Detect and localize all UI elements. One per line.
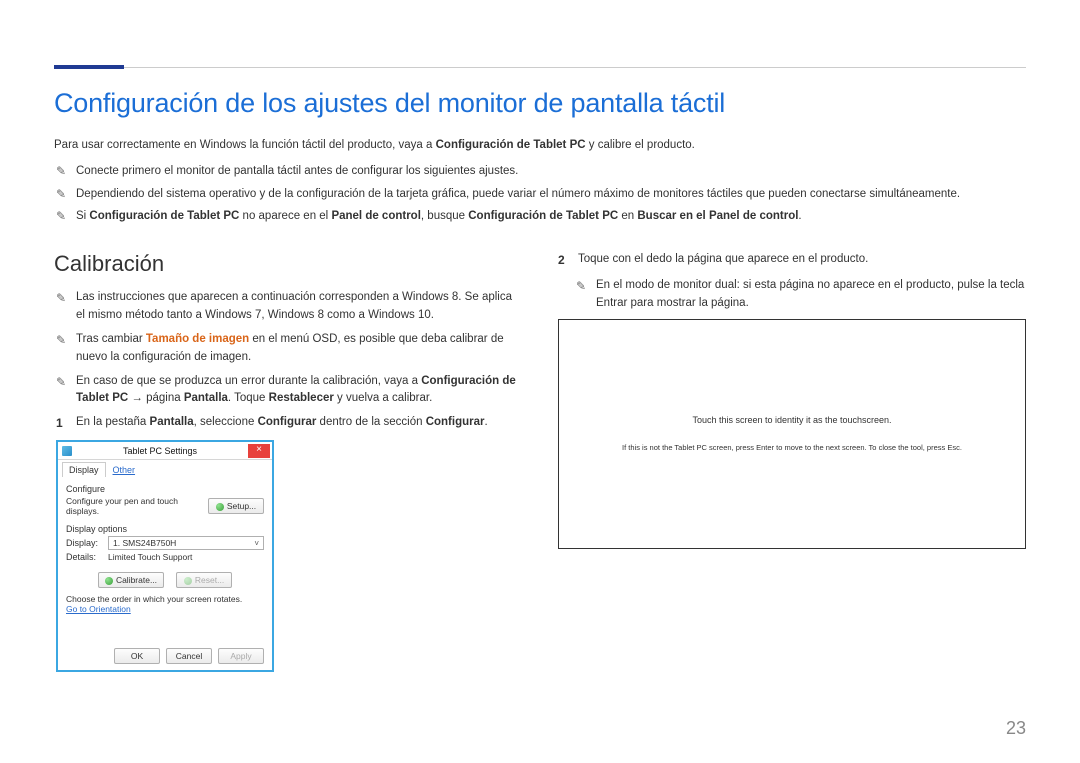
tn3-m2: , busque xyxy=(421,210,468,222)
shield-icon xyxy=(105,577,113,585)
tn3-m3: en xyxy=(618,210,637,222)
tn3-m1: no aparece en el xyxy=(239,210,331,222)
cn3-pre: En caso de que se produzca un error dura… xyxy=(76,375,421,387)
right-column: 2 Toque con el dedo la página que aparec… xyxy=(556,251,1026,548)
details-label: Details: xyxy=(66,552,102,562)
calibration-heading: Calibración xyxy=(54,251,524,277)
tn3-b3: Configuración de Tablet PC xyxy=(468,210,618,222)
step-1-number: 1 xyxy=(56,414,63,433)
tab-display[interactable]: Display xyxy=(62,462,106,477)
dialog-title-text: Tablet PC Settings xyxy=(72,446,248,456)
setup-button-label: Setup... xyxy=(227,501,256,511)
cn3-post: y vuelva a calibrar. xyxy=(334,392,432,404)
s1-post: . xyxy=(484,416,487,428)
touch-identity-main-text: Touch this screen to identity it as the … xyxy=(692,415,891,425)
dialog-titlebar: Tablet PC Settings × xyxy=(58,442,272,460)
ok-button[interactable]: OK xyxy=(114,648,160,664)
step-1: 1 En la pestaña Pantalla, seleccione Con… xyxy=(54,414,524,432)
tn3-post: . xyxy=(798,210,801,222)
shield-icon xyxy=(184,577,192,585)
touch-identity-screen: Touch this screen to identity it as the … xyxy=(558,319,1026,549)
step-2-text: Toque con el dedo la página que aparece … xyxy=(578,253,868,265)
orientation-link[interactable]: Go to Orientation xyxy=(66,604,131,614)
calibrate-button-label: Calibrate... xyxy=(116,575,157,585)
cn3-m2: . Toque xyxy=(228,392,269,404)
step-2: 2 Toque con el dedo la página que aparec… xyxy=(556,251,1026,269)
touch-identity-sub-text: If this is not the Tablet PC screen, pre… xyxy=(592,443,992,452)
reset-button[interactable]: Reset... xyxy=(176,572,232,588)
s1-b3: Configurar xyxy=(426,416,485,428)
left-column: Calibración Las instrucciones que aparec… xyxy=(54,251,524,672)
s1-b1: Pantalla xyxy=(150,416,194,428)
rotate-description: Choose the order in which your screen ro… xyxy=(66,594,264,604)
configure-description: Configure your pen and touch displays. xyxy=(66,496,202,516)
s1-m2: dentro de la sección xyxy=(316,416,425,428)
intro-text: Para usar correctamente en Windows la fu… xyxy=(54,137,1026,154)
dialog-footer: OK Cancel Apply xyxy=(58,620,272,670)
top-note-1: Conecte primero el monitor de pantalla t… xyxy=(54,162,1026,180)
dialog-app-icon xyxy=(62,446,72,456)
tn3-b4: Buscar en el Panel de control xyxy=(637,210,798,222)
cn2-highlight: Tamaño de imagen xyxy=(146,333,249,345)
cn2-pre: Tras cambiar xyxy=(76,333,146,345)
step-2-note: En el modo de monitor dual: si esta pági… xyxy=(574,277,1026,313)
display-select[interactable]: 1. SMS24B750H xyxy=(108,536,264,550)
shield-icon xyxy=(216,503,224,511)
intro-pre: Para usar correctamente en Windows la fu… xyxy=(54,139,436,151)
two-column-layout: Calibración Las instrucciones que aparec… xyxy=(54,251,1026,672)
cal-note-1: Las instrucciones que aparecen a continu… xyxy=(54,289,524,325)
intro-bold: Configuración de Tablet PC xyxy=(436,139,586,151)
setup-button[interactable]: Setup... xyxy=(208,498,264,514)
s1-pre: En la pestaña xyxy=(76,416,150,428)
intro-post: y calibre el producto. xyxy=(586,139,695,151)
dialog-body: Configure Configure your pen and touch d… xyxy=(58,477,272,620)
cal-note-2: Tras cambiar Tamaño de imagen en el menú… xyxy=(54,331,524,367)
header-rule xyxy=(54,50,1026,68)
apply-button[interactable]: Apply xyxy=(218,648,264,664)
cn3-b2: Pantalla xyxy=(184,392,228,404)
cal-note-3: En caso de que se produzca un error dura… xyxy=(54,373,524,409)
dialog-tabs: Display Other xyxy=(58,460,272,477)
configure-group-label: Configure xyxy=(66,484,264,494)
display-select-value: 1. SMS24B750H xyxy=(113,538,176,548)
tn3-b1: Configuración de Tablet PC xyxy=(89,210,239,222)
page-title: Configuración de los ajustes del monitor… xyxy=(54,88,1026,119)
top-note-2: Dependiendo del sistema operativo y de l… xyxy=(54,185,1026,203)
tab-other[interactable]: Other xyxy=(106,462,143,477)
tablet-pc-settings-dialog: Tablet PC Settings × Display Other Confi… xyxy=(56,440,274,672)
cn3-b3: Restablecer xyxy=(269,392,334,404)
top-note-3: Si Configuración de Tablet PC no aparece… xyxy=(54,207,1026,225)
page-number: 23 xyxy=(1006,718,1026,739)
details-value: Limited Touch Support xyxy=(108,552,192,562)
s1-b2: Configurar xyxy=(258,416,317,428)
manual-page: Configuración de los ajustes del monitor… xyxy=(0,0,1080,763)
display-label: Display: xyxy=(66,538,102,548)
s1-m1: , seleccione xyxy=(194,416,258,428)
tn3-b2: Panel de control xyxy=(331,210,420,222)
display-options-label: Display options xyxy=(66,524,264,534)
cancel-button[interactable]: Cancel xyxy=(166,648,212,664)
header-accent xyxy=(54,65,124,69)
reset-button-label: Reset... xyxy=(195,575,224,585)
calibrate-button[interactable]: Calibrate... xyxy=(98,572,164,588)
cn3-m1: → página xyxy=(128,392,184,404)
step-2-number: 2 xyxy=(558,251,565,270)
close-icon[interactable]: × xyxy=(248,444,270,458)
tn3-pre: Si xyxy=(76,210,89,222)
